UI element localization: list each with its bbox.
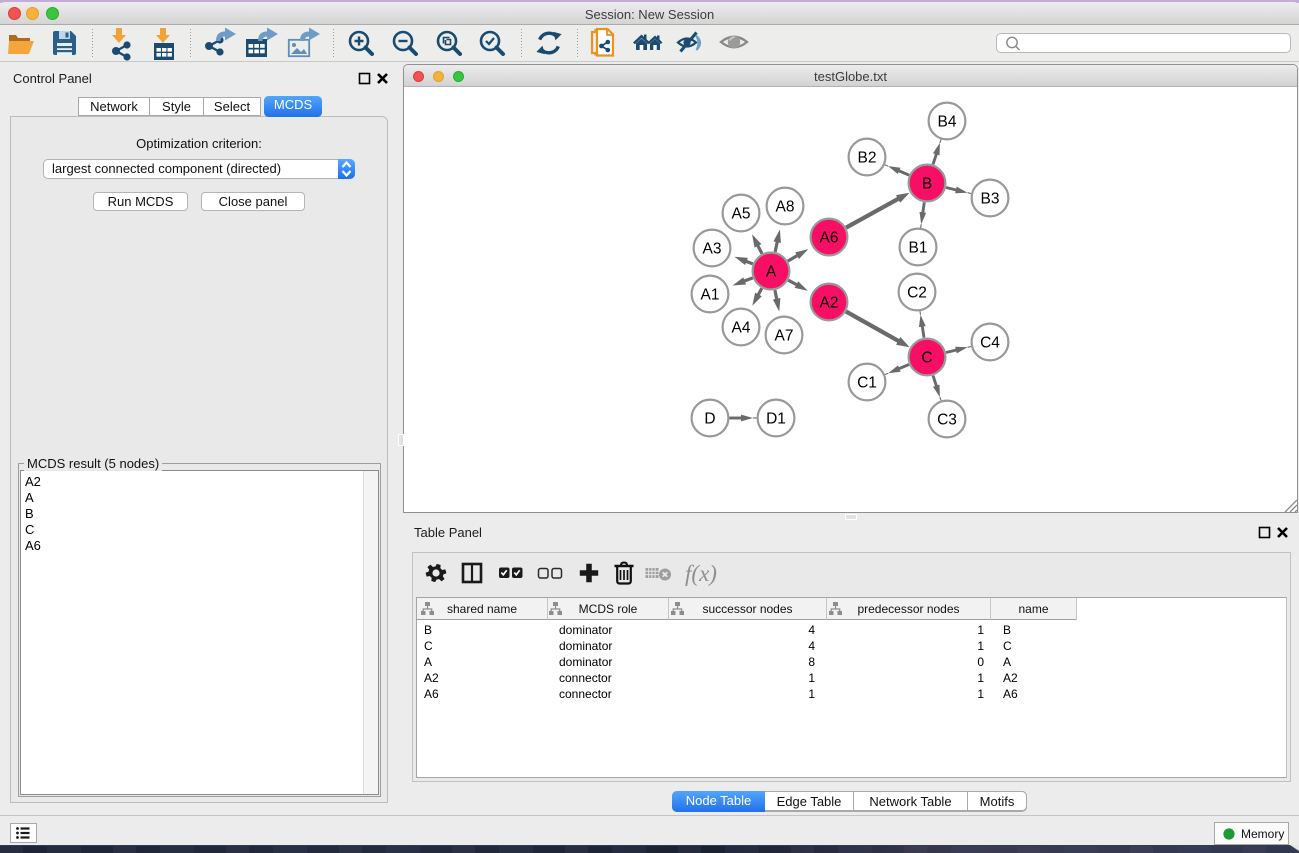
svg-text:C1: C1 (857, 375, 877, 392)
svg-text:D: D (704, 411, 715, 428)
svg-text:C3: C3 (937, 412, 957, 429)
svg-text:B1: B1 (909, 240, 928, 257)
svg-text:C: C (921, 350, 932, 367)
svg-text:D1: D1 (766, 411, 786, 428)
svg-text:A3: A3 (703, 241, 722, 258)
svg-text:A7: A7 (775, 328, 794, 345)
svg-text:A2: A2 (820, 295, 839, 312)
svg-text:C2: C2 (907, 285, 927, 302)
svg-text:A: A (766, 264, 777, 281)
svg-text:A4: A4 (732, 320, 751, 337)
svg-text:A6: A6 (820, 230, 839, 247)
svg-text:A1: A1 (701, 287, 720, 304)
svg-text:A8: A8 (776, 199, 795, 216)
svg-text:A5: A5 (732, 206, 751, 223)
svg-text:B3: B3 (981, 191, 1000, 208)
svg-text:B: B (922, 176, 932, 193)
svg-text:f(x): f(x) (685, 561, 717, 586)
svg-text:B4: B4 (938, 114, 957, 131)
svg-text:B2: B2 (858, 150, 877, 167)
svg-text:C4: C4 (980, 335, 1000, 352)
